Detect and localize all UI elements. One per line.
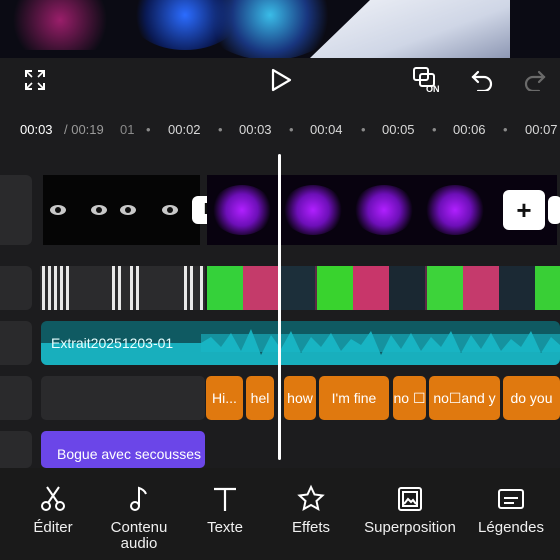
tool-text[interactable]: Texte xyxy=(180,484,270,536)
tool-label: Texte xyxy=(207,519,243,536)
overlay-clip-frames[interactable] xyxy=(40,266,205,310)
add-clip-button[interactable]: + xyxy=(503,190,545,230)
play-icon[interactable] xyxy=(266,62,296,98)
keyframe-toggle[interactable]: ON xyxy=(406,62,446,98)
tick-dot: • xyxy=(218,122,223,137)
tick-dot: • xyxy=(503,122,508,137)
current-time: 00:03 xyxy=(20,122,53,137)
caption-clip[interactable]: do you xyxy=(503,376,560,420)
caption-clip[interactable]: no☐and y xyxy=(429,376,500,420)
tick-label: 00:04 xyxy=(310,122,343,137)
tick-dot: • xyxy=(432,122,437,137)
tool-effects[interactable]: Effets xyxy=(266,484,356,536)
captions-icon xyxy=(498,489,524,509)
caption-clip[interactable]: I'm fine xyxy=(319,376,389,420)
caption-lane-empty xyxy=(41,376,205,420)
tick-label: 00:03 xyxy=(239,122,272,137)
audio-clip-label: Extrait20251203-01 xyxy=(51,335,174,351)
tool-label: Contenu audio xyxy=(110,519,168,552)
undo-icon[interactable] xyxy=(467,62,497,98)
end-handle[interactable] xyxy=(548,196,560,224)
track-header[interactable] xyxy=(0,175,32,245)
tool-captions[interactable]: Légendes xyxy=(466,484,556,536)
tool-label: Éditer xyxy=(33,519,73,536)
music-note-icon xyxy=(130,486,147,511)
tick-label: 00:05 xyxy=(382,122,415,137)
tool-label: Effets xyxy=(291,519,331,536)
caption-clip[interactable]: hel xyxy=(246,376,274,420)
tick-dot: • xyxy=(361,122,366,137)
tick-label: 00:06 xyxy=(453,122,486,137)
tick-label: 00:02 xyxy=(168,122,201,137)
track-header[interactable] xyxy=(0,431,32,468)
tick-dot: • xyxy=(146,122,151,137)
fullscreen-icon[interactable] xyxy=(20,62,50,98)
track-header[interactable] xyxy=(0,266,32,310)
caption-clip[interactable]: Hi... xyxy=(206,376,243,420)
sparkle-star-icon xyxy=(297,484,325,511)
total-time: / 00:19 xyxy=(64,122,104,137)
scissors-icon xyxy=(41,486,65,511)
effect-clip[interactable]: Bogue avec secousses xyxy=(41,431,205,468)
caption-clip[interactable]: how xyxy=(284,376,316,420)
text-icon xyxy=(214,487,236,511)
bottom-toolbar: Éditer Contenu audio Texte Effets Superp… xyxy=(0,468,560,560)
tick-label: 01 xyxy=(120,122,135,137)
video-clip-eyes[interactable] xyxy=(43,175,200,245)
overlay-image-icon xyxy=(398,487,422,511)
tick-dot: • xyxy=(289,122,294,137)
video-preview[interactable] xyxy=(0,0,560,58)
tool-audio[interactable]: Contenu audio xyxy=(94,484,184,552)
caption-clip[interactable]: no ☐ xyxy=(393,376,426,420)
redo-icon[interactable] xyxy=(520,62,550,98)
tool-label: Superposition xyxy=(364,519,456,536)
tick-label: 00:07 xyxy=(525,122,558,137)
track-header[interactable] xyxy=(0,376,32,420)
audio-clip[interactable]: Extrait20251203-01 xyxy=(41,321,560,365)
tool-label: Légendes xyxy=(478,519,544,536)
add-symbol: + xyxy=(516,194,532,225)
overlay-clip-animation[interactable] xyxy=(207,266,560,310)
playhead[interactable] xyxy=(278,154,281,460)
tool-overlay[interactable]: Superposition xyxy=(355,484,465,536)
toggle-badge: ON xyxy=(426,84,440,94)
track-header[interactable] xyxy=(0,321,32,365)
time-ruler[interactable]: 00:03 / 00:19 01 • 00:02 • 00:03 • 00:04… xyxy=(0,118,560,142)
tool-edit[interactable]: Éditer xyxy=(8,484,98,536)
